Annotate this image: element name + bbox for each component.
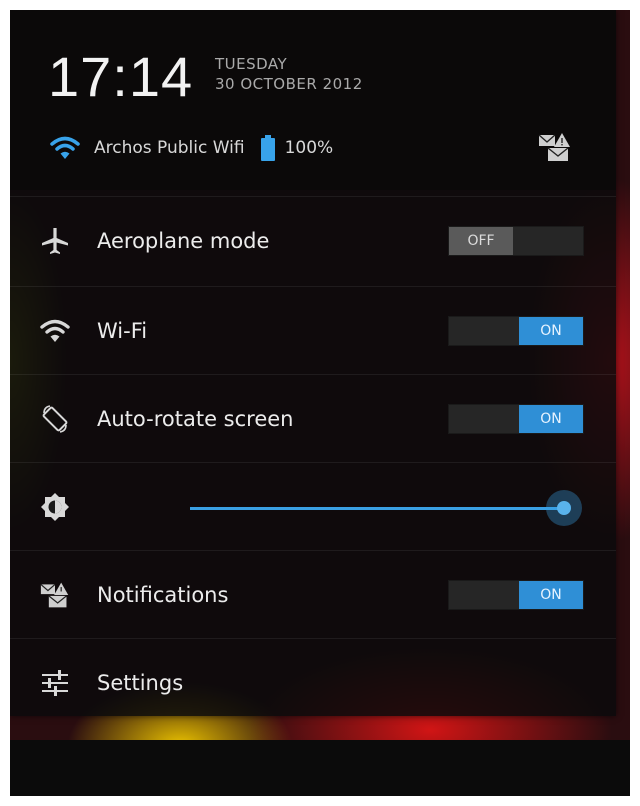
brightness-row: [10, 462, 616, 551]
auto-rotate-label: Auto-rotate screen: [97, 407, 294, 431]
notifications-row[interactable]: Notifications ON: [10, 550, 616, 639]
settings-sliders-icon: [42, 670, 68, 696]
auto-rotate-state: ON: [519, 405, 583, 433]
notifications-toggle[interactable]: ON: [448, 580, 584, 610]
notifications-icon[interactable]: [538, 132, 572, 162]
settings-label: Settings: [97, 671, 184, 695]
network-name: Archos Public Wifi: [94, 138, 245, 158]
brightness-slider-thumb[interactable]: [546, 490, 582, 526]
notifications-state: ON: [519, 581, 583, 609]
quick-settings-panel: 17:14 TUESDAY 30 OCTOBER 2012 Archos Pub…: [10, 10, 616, 716]
status-line: Archos Public Wifi 100%: [50, 133, 333, 163]
wifi-icon: [40, 319, 70, 342]
full-date: 30 OCTOBER 2012: [215, 75, 363, 93]
auto-rotate-toggle[interactable]: ON: [448, 404, 584, 434]
wifi-row[interactable]: Wi-Fi ON: [10, 286, 616, 375]
panel-header: 17:14 TUESDAY 30 OCTOBER 2012 Archos Pub…: [10, 10, 616, 190]
brightness-slider-track[interactable]: [190, 507, 564, 510]
notifications-icon: [40, 582, 69, 608]
airplane-icon: [42, 228, 68, 254]
wifi-state: ON: [519, 317, 583, 345]
wifi-icon: [50, 136, 80, 159]
notifications-label: Notifications: [97, 583, 229, 607]
date: TUESDAY 30 OCTOBER 2012: [215, 54, 363, 94]
aeroplane-mode-state: OFF: [449, 227, 513, 255]
aeroplane-mode-toggle[interactable]: OFF: [448, 226, 584, 256]
rotate-icon: [42, 405, 68, 433]
aeroplane-mode-row[interactable]: Aeroplane mode OFF: [10, 196, 616, 285]
wifi-toggle[interactable]: ON: [448, 316, 584, 346]
screen-frame: 17:14 TUESDAY 30 OCTOBER 2012 Archos Pub…: [10, 10, 630, 796]
clock: 17:14: [48, 45, 194, 108]
settings-row[interactable]: Settings: [10, 638, 616, 727]
wifi-label: Wi-Fi: [97, 319, 148, 343]
battery-percentage: 100%: [284, 138, 334, 158]
battery-icon: [260, 135, 275, 161]
brightness-icon: [41, 493, 69, 521]
day-of-week: TUESDAY: [215, 55, 288, 73]
aeroplane-mode-label: Aeroplane mode: [97, 229, 270, 253]
navigation-bar: [10, 740, 630, 796]
auto-rotate-row[interactable]: Auto-rotate screen ON: [10, 374, 616, 463]
